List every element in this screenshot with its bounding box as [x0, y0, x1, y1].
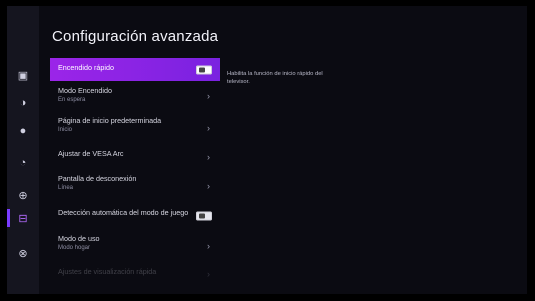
system-icon[interactable]: ⊕ [13, 186, 33, 204]
menu-item-fast-start[interactable]: Encendido rápido [50, 58, 220, 81]
tv-settings-screen: ▣ ◑ ● ◔ ⊕ ⊟ ⊗ Configuración avanzada Enc… [7, 6, 527, 294]
menu-item-label: Detección automática del modo de juego [58, 208, 189, 217]
menu-item-label: Modo Encendido [58, 86, 112, 95]
page-title: Configuración avanzada [52, 28, 219, 45]
chevron-right-icon: › [207, 269, 210, 279]
advanced-icon[interactable]: ⊟ [13, 209, 33, 227]
menu-item-value: Modo hogar [58, 245, 91, 251]
menu-item-label: Encendido rápido [58, 63, 114, 72]
network-icon[interactable]: ◔ [13, 154, 33, 172]
chevron-right-icon: › [207, 240, 210, 251]
chevron-right-icon: › [207, 122, 210, 133]
chevron-right-icon: › [207, 181, 210, 191]
active-marker [7, 209, 10, 227]
sound-icon[interactable]: ● [13, 122, 33, 140]
help-text: Habilita la función de inicio rápido del… [227, 71, 323, 85]
menu-item-value: Línea [58, 185, 74, 191]
menu-item-auto-game-mode[interactable]: Detección automática del modo de juego [50, 203, 220, 229]
settings-menu: Encendido rápido Modo Encendido En esper… [50, 58, 220, 286]
menu-item-label: Modo de uso [58, 234, 100, 243]
menu-item-value: Inicio [58, 127, 73, 133]
menu-item-label: Pantalla de desconexión [58, 174, 137, 183]
menu-item-vesa-arc[interactable]: Ajustar de VESA Arc › [50, 144, 220, 169]
menu-item-quick-view[interactable]: Ajustes de visualización rápida › [50, 262, 220, 286]
menu-item-label: Ajustes de visualización rápida [58, 267, 157, 276]
support-icon[interactable]: ⊗ [13, 244, 33, 262]
menu-item-usage-mode[interactable]: Modo de uso Modo hogar › [50, 229, 220, 262]
menu-item-default-home[interactable]: Página de inicio predeterminada Inicio › [50, 111, 220, 144]
chevron-right-icon: › [207, 151, 210, 162]
auto-game-mode-toggle[interactable] [196, 211, 212, 221]
settings-nav-rail: ▣ ◑ ● ◔ ⊕ ⊟ ⊗ [7, 6, 39, 294]
menu-item-power-mode[interactable]: Modo Encendido En espera › [50, 81, 220, 111]
menu-item-label: Ajustar de VESA Arc [58, 149, 124, 158]
fast-start-toggle[interactable] [196, 65, 212, 74]
input-icon[interactable]: ▣ [13, 66, 33, 84]
menu-item-label: Página de inicio predeterminada [58, 116, 162, 125]
menu-item-disconnect-screen[interactable]: Pantalla de desconexión Línea › [50, 169, 220, 203]
display-icon[interactable]: ◑ [13, 94, 33, 112]
menu-item-value: En espera [58, 97, 86, 103]
chevron-right-icon: › [207, 91, 210, 101]
